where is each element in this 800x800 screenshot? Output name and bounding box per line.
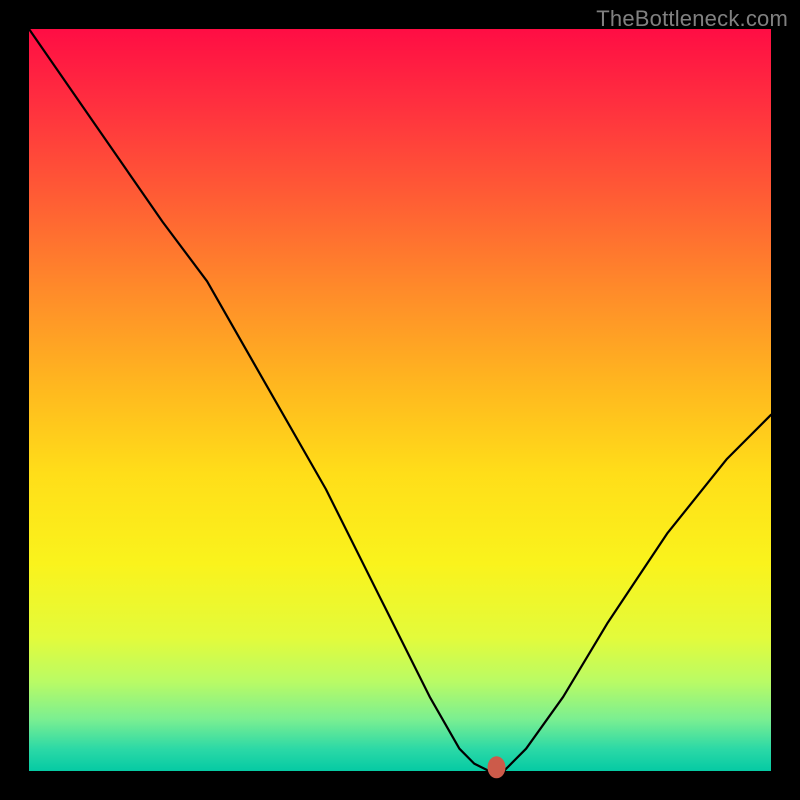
chart-overlay bbox=[29, 29, 771, 771]
plot-area bbox=[29, 29, 771, 771]
bottleneck-curve bbox=[29, 29, 771, 771]
bottleneck-marker bbox=[488, 756, 506, 778]
chart-frame: TheBottleneck.com bbox=[0, 0, 800, 800]
